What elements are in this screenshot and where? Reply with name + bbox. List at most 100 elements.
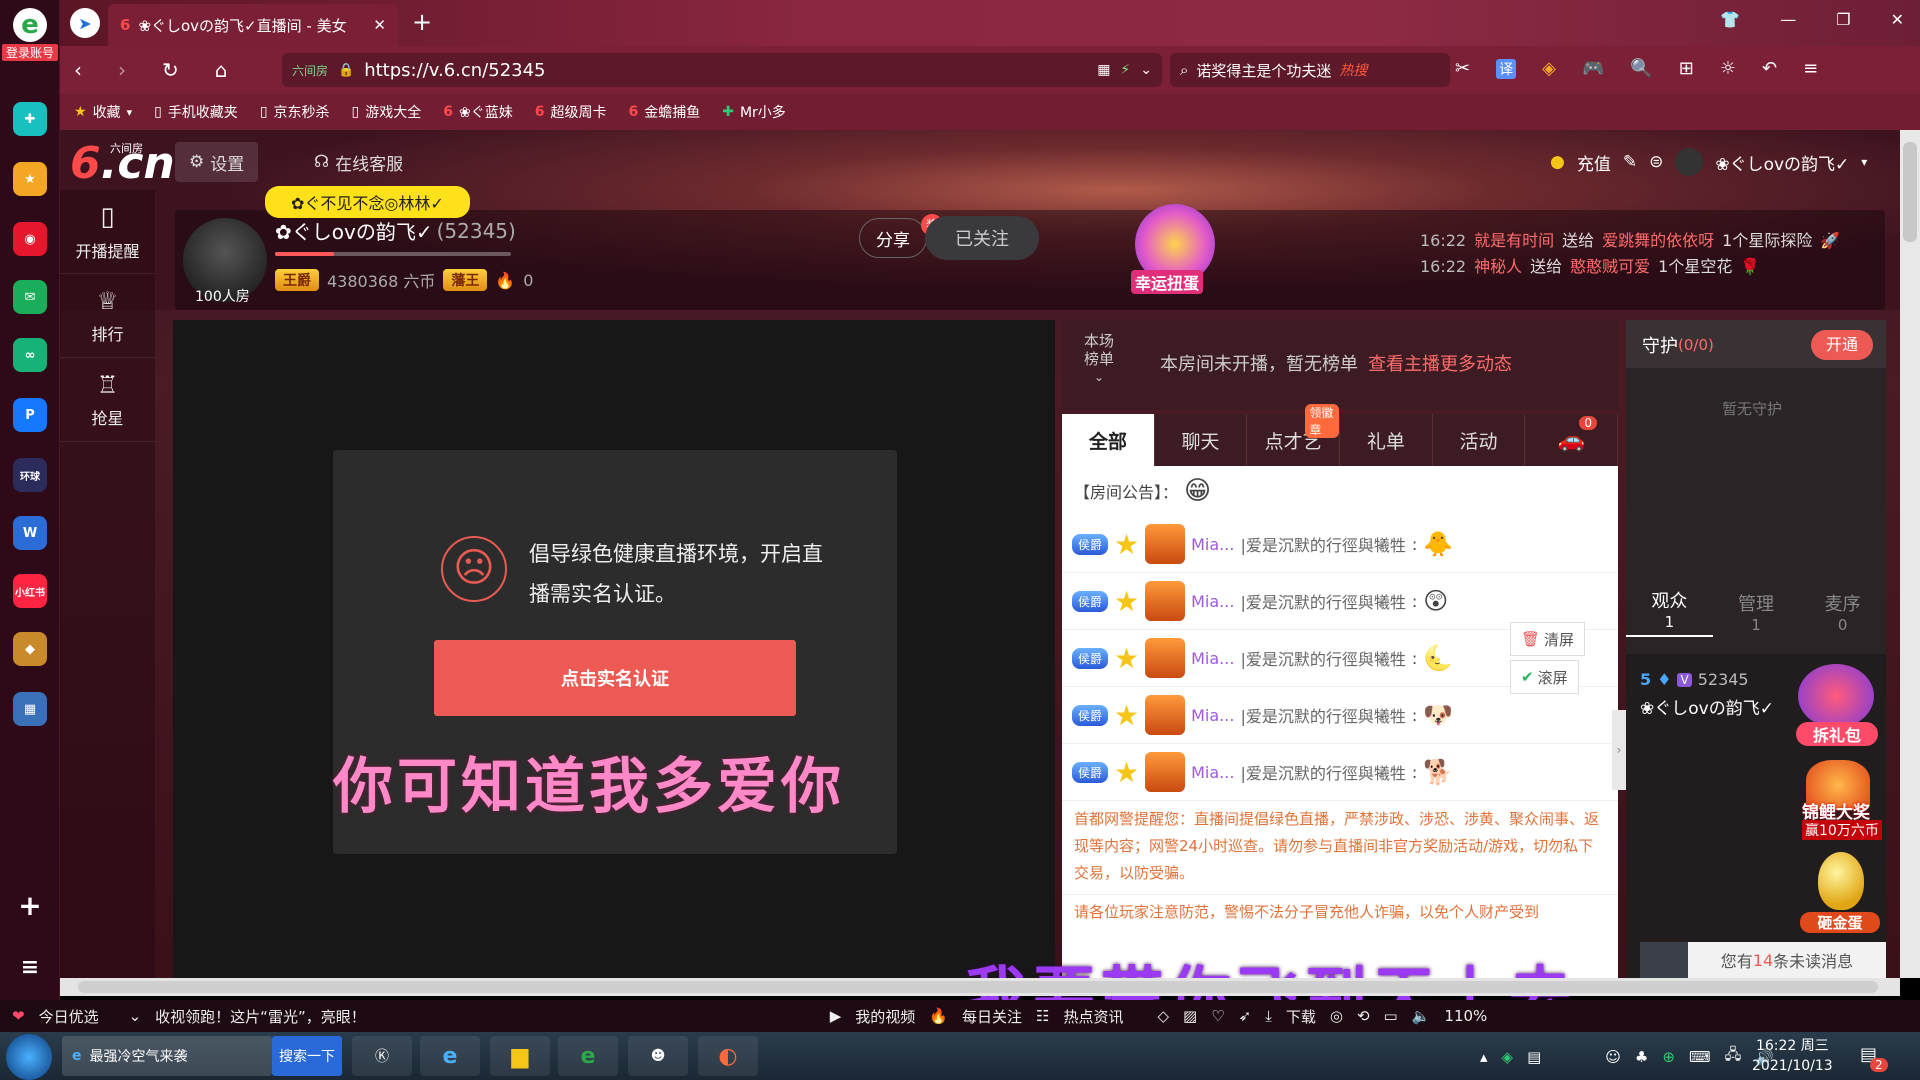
minimize-icon[interactable]: —	[1780, 10, 1796, 29]
koi-sub[interactable]: 赢10万六币	[1802, 820, 1882, 840]
avatar[interactable]	[1675, 148, 1704, 176]
send-icon[interactable]: ➤	[70, 8, 100, 38]
close-window-icon[interactable]: ✕	[1891, 10, 1904, 29]
folder-app-icon[interactable]: ▆	[490, 1036, 550, 1076]
tab-car[interactable]: 🚗 0	[1525, 414, 1619, 466]
tray-up-icon[interactable]: ▴	[1480, 1048, 1488, 1066]
chat-row[interactable]: 侯爵 ★ Mia... |爱是沉默的行徑與犧牲 : 🐕	[1062, 744, 1618, 801]
golden-egg-icon[interactable]	[1818, 852, 1864, 910]
bookmark-item[interactable]: ▯ 游戏大全	[352, 102, 422, 122]
rank-more-link[interactable]: 查看主播更多动态	[1368, 350, 1512, 376]
browser-logo-icon[interactable]: e	[13, 8, 47, 42]
image-icon[interactable]: ▨	[1183, 1007, 1197, 1025]
horizontal-scrollbar[interactable]	[60, 978, 1900, 996]
my-video-link[interactable]: 我的视频	[855, 1006, 915, 1027]
add-app-icon[interactable]: +	[13, 888, 47, 922]
golden-egg-label[interactable]: 砸金蛋	[1800, 912, 1880, 933]
ie-app-icon[interactable]: e	[420, 1036, 480, 1076]
nav-rank[interactable]: ♕ 排行	[60, 274, 155, 358]
lucky-egg-label[interactable]: 幸运扭蛋	[1131, 270, 1204, 294]
word-app-icon[interactable]: W	[13, 516, 47, 550]
chat-user[interactable]: Mia...	[1191, 649, 1234, 668]
tab-audience[interactable]: 观众 1	[1626, 587, 1713, 637]
shield-icon[interactable]: ◇	[1157, 1007, 1169, 1025]
scroll-thumb[interactable]	[78, 981, 1878, 993]
home-icon[interactable]: ⌂	[215, 58, 228, 82]
volume-icon[interactable]: 🔈	[1412, 1007, 1431, 1025]
forward-icon[interactable]: ›	[118, 58, 126, 82]
browser-app-icon[interactable]: e	[558, 1036, 618, 1076]
photo-app-icon[interactable]: ◐	[698, 1036, 758, 1076]
daily-link[interactable]: 每日关注	[962, 1006, 1022, 1027]
loop-app-icon[interactable]: ∞	[13, 338, 47, 372]
close-tab-icon[interactable]: ✕	[373, 16, 386, 34]
game-app-icon[interactable]: ◆	[13, 632, 47, 666]
window-icon[interactable]: ▭	[1384, 1007, 1398, 1025]
chat-user[interactable]: Mia...	[1191, 592, 1234, 611]
taskbar-ie-news[interactable]: e 最强冷空气来袭	[62, 1036, 272, 1076]
new-tab-icon[interactable]: +	[412, 8, 432, 36]
bookmark-item[interactable]: ✚ Mr小多	[722, 102, 786, 122]
guard-open-button[interactable]: 开通	[1811, 330, 1873, 360]
bookmark-item[interactable]: ▯ 京东秒杀	[260, 102, 330, 122]
side-collapse-handle[interactable]: ›	[1612, 710, 1626, 790]
chat-row[interactable]: 侯爵 ★ Mia... |爱是沉默的行徑與犧牲 : 🐥	[1062, 516, 1618, 573]
xiaohongshu-app-icon[interactable]: 小红书	[13, 574, 47, 608]
weibo-app-icon[interactable]: ◉	[13, 222, 47, 256]
tray-doc-icon[interactable]: ▤	[1527, 1048, 1541, 1066]
tab-admins[interactable]: 管理 1	[1713, 590, 1800, 634]
tab-talent[interactable]: 点才艺 领徽章	[1247, 404, 1341, 466]
gamepad-icon[interactable]: 🎮	[1582, 58, 1604, 79]
video-player[interactable]: ☹ 倡导绿色健康直播环境，开启直播需实名认证。 点击实名认证 你可知道我多爱你	[173, 320, 1055, 978]
k-app-icon[interactable]: Ⓚ	[352, 1036, 412, 1076]
download-link[interactable]: 下载	[1286, 1006, 1316, 1027]
follow-button[interactable]: 已关注	[925, 216, 1039, 260]
reload-icon[interactable]: ↻	[162, 58, 179, 82]
search-input[interactable]: ⌕ 诺奖得主是个功夫迷 热搜	[1170, 53, 1450, 87]
tray-network-icon[interactable]: 🖧	[1725, 1044, 1742, 1069]
skin-icon[interactable]: 👕	[1720, 10, 1740, 29]
browser-tab-active[interactable]: 6 ❀ぐしovの韵飞✓直播间 - 美女 ✕	[108, 4, 398, 46]
tab-mic-queue[interactable]: 麦序 0	[1799, 590, 1886, 634]
gift-pack-label[interactable]: 拆礼包	[1796, 722, 1878, 746]
scissors-icon[interactable]: ✂	[1455, 58, 1470, 79]
chevron-down-icon[interactable]: ⌄	[1140, 62, 1152, 78]
tab-all[interactable]: 全部	[1062, 414, 1155, 466]
tray-qq-icon[interactable]: ☺	[1605, 1048, 1621, 1066]
tab-chat[interactable]: 聊天	[1154, 414, 1248, 466]
back-icon[interactable]: ‹	[74, 58, 82, 82]
magnifier-icon[interactable]: 🔍	[1630, 58, 1652, 79]
audio-icon[interactable]: ◎	[1330, 1007, 1343, 1025]
settings-button[interactable]: ⚙ 设置	[175, 142, 259, 182]
service-button[interactable]: ☊ 在线客服	[300, 142, 417, 182]
chat-user[interactable]: Mia...	[1191, 706, 1234, 725]
tab-activity[interactable]: 活动	[1432, 414, 1526, 466]
restore-icon[interactable]: ❐	[1836, 10, 1850, 29]
sync-icon[interactable]: ⟲	[1357, 1007, 1370, 1025]
nav-live-reminder[interactable]: ▯ 开播提醒	[60, 190, 155, 274]
brightness-icon[interactable]: ☼	[1720, 58, 1736, 79]
unread-messages[interactable]: 您有 14 条未读消息	[1688, 942, 1886, 978]
news-ticker[interactable]: 收视领跑！这片“雷光”，亮眼！	[155, 1006, 366, 1027]
chevron-down-icon[interactable]: ▾	[1861, 155, 1867, 169]
today-pick[interactable]: 今日优选	[39, 1006, 99, 1027]
chat-user[interactable]: Mia...	[1191, 535, 1234, 554]
pp-app-icon[interactable]: P	[13, 398, 47, 432]
menu-icon[interactable]: ≡	[13, 950, 47, 984]
tray-shield-icon[interactable]: ◈	[1502, 1048, 1514, 1066]
login-label[interactable]: 登录账号	[2, 44, 58, 61]
audience-user[interactable]: 5 ♦ V 52345	[1640, 670, 1749, 689]
hot-news-link[interactable]: 热点资讯	[1063, 1006, 1123, 1027]
mail-app-icon[interactable]: ✉	[13, 280, 47, 314]
user-name[interactable]: ❀ぐしovの韵飞✓	[1715, 150, 1849, 175]
verify-button[interactable]: 点击实名认证	[434, 640, 796, 716]
tray-add-icon[interactable]: ⊕	[1662, 1048, 1675, 1066]
bolt-icon[interactable]: ⚡	[1120, 62, 1130, 78]
rank-label[interactable]: 本场 榜单 ⌄	[1084, 332, 1114, 386]
share-button[interactable]: 分享	[859, 218, 927, 258]
clear-screen-button[interactable]: 🗑 清屏	[1510, 622, 1586, 656]
heart-rate-icon[interactable]: ♡	[1211, 1007, 1224, 1025]
favorites-app-icon[interactable]: ★	[13, 162, 47, 196]
apps-grid-icon[interactable]: ⊞	[1679, 58, 1694, 79]
gift-pack-icon[interactable]	[1798, 664, 1874, 728]
